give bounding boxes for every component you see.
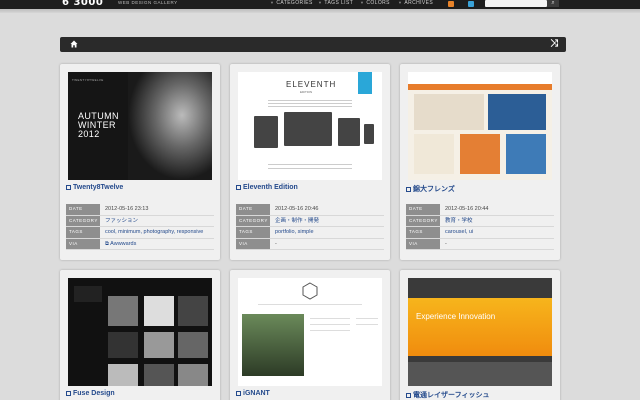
nav-tags-list[interactable]: ▼ TAGS LIST bbox=[318, 0, 353, 6]
card-title[interactable]: 電通レイザーフィッシュ bbox=[406, 390, 489, 400]
gallery-card[interactable]: ELEVENTH EDITION Eleventh Edition DATE 20… bbox=[230, 64, 390, 260]
thumbnail[interactable]: TWENTY8TWELVE AUTUMN WINTER 2012 bbox=[68, 72, 212, 180]
thumbnail[interactable]: ELEVENTH EDITION bbox=[238, 72, 382, 180]
nav-categories[interactable]: ▼ CATEGORIES bbox=[270, 0, 313, 6]
logo-icon bbox=[302, 282, 318, 300]
card-meta: DATE 2012-05-16 20:46 CATEGORY 企画・制作・開発 TA… bbox=[236, 204, 384, 250]
top-bar: 6 3000 WEB DESIGN GALLERY ▼ CATEGORIES ▼ T… bbox=[0, 0, 640, 9]
search-icon: ⌕ bbox=[551, 0, 555, 6]
date-label: DATE bbox=[406, 204, 440, 215]
via-link[interactable]: ⧉ Awwwards bbox=[105, 239, 136, 250]
via-value: - bbox=[445, 240, 447, 247]
site-logo[interactable]: 6 3000 bbox=[62, 0, 103, 8]
rss-icon[interactable] bbox=[448, 1, 454, 7]
tags-label: TAGS bbox=[236, 227, 270, 238]
home-icon[interactable] bbox=[70, 40, 78, 48]
via-value: - bbox=[275, 240, 277, 247]
via-label: VIA bbox=[406, 238, 440, 249]
thumbnail[interactable]: Experience Innovation bbox=[408, 278, 552, 386]
category-link[interactable]: 企画・制作・開発 bbox=[275, 216, 319, 227]
link-icon bbox=[406, 186, 411, 192]
gallery-card[interactable]: iGNANT bbox=[230, 270, 390, 400]
date-label: DATE bbox=[66, 204, 100, 215]
tags-links[interactable]: carousel, ui bbox=[445, 227, 473, 238]
nav-archives[interactable]: ▼ ARCHIVES bbox=[398, 0, 433, 6]
via-label: VIA bbox=[236, 238, 270, 249]
date-value: 2012-05-16 20:46 bbox=[275, 206, 319, 212]
link-icon bbox=[66, 390, 71, 396]
gallery-card[interactable]: Fuse Design bbox=[60, 270, 220, 400]
tags-label: TAGS bbox=[406, 227, 440, 238]
nav-colors[interactable]: ▼ COLORS bbox=[360, 0, 390, 6]
gallery-card[interactable]: TWENTY8TWELVE AUTUMN WINTER 2012 Twenty8Tw… bbox=[60, 64, 220, 260]
tags-label: TAGS bbox=[66, 227, 100, 238]
main-toolbar: ⤨ bbox=[60, 37, 566, 52]
card-meta: DATE 2012-05-16 23:13 CATEGORY ファッション TAGS… bbox=[66, 204, 214, 250]
search-input[interactable] bbox=[485, 0, 547, 7]
category-link[interactable]: 教育・学校 bbox=[445, 216, 473, 227]
via-label: VIA bbox=[66, 238, 100, 249]
thumbnail[interactable] bbox=[238, 278, 382, 386]
shuffle-icon[interactable]: ⤨ bbox=[550, 38, 558, 49]
link-icon bbox=[406, 392, 411, 398]
gallery-card[interactable]: Experience Innovation 電通レイザーフィッシュ bbox=[400, 270, 560, 400]
date-label: DATE bbox=[236, 204, 270, 215]
link-icon bbox=[236, 390, 241, 396]
card-title[interactable]: Eleventh Edition bbox=[236, 184, 298, 191]
site-tagline: WEB DESIGN GALLERY bbox=[118, 0, 178, 5]
thumbnail[interactable] bbox=[68, 278, 212, 386]
tags-links[interactable]: cool, minimum, photography, responsive bbox=[105, 227, 203, 238]
link-icon bbox=[236, 184, 241, 190]
tags-links[interactable]: portfolio, simple bbox=[275, 227, 314, 238]
category-label: CATEGORY bbox=[406, 215, 440, 226]
date-value: 2012-05-16 23:13 bbox=[105, 206, 149, 212]
search-button[interactable]: ⌕ bbox=[547, 0, 559, 7]
gallery-card[interactable]: 錦大フレンズ DATE 2012-05-16 20:44 CATEGORY 教育・学… bbox=[400, 64, 560, 260]
card-title[interactable]: 錦大フレンズ bbox=[406, 184, 455, 194]
category-link[interactable]: ファッション bbox=[105, 216, 138, 227]
card-title[interactable]: Twenty8Twelve bbox=[66, 184, 123, 191]
category-label: CATEGORY bbox=[66, 215, 100, 226]
link-icon bbox=[66, 184, 71, 190]
card-title[interactable]: Fuse Design bbox=[66, 390, 115, 397]
category-label: CATEGORY bbox=[236, 215, 270, 226]
twitter-icon[interactable] bbox=[468, 1, 474, 7]
card-title[interactable]: iGNANT bbox=[236, 390, 270, 397]
date-value: 2012-05-16 20:44 bbox=[445, 206, 489, 212]
card-meta: DATE 2012-05-16 20:44 CATEGORY 教育・学校 TAGS c… bbox=[406, 204, 554, 250]
thumbnail[interactable] bbox=[408, 72, 552, 180]
